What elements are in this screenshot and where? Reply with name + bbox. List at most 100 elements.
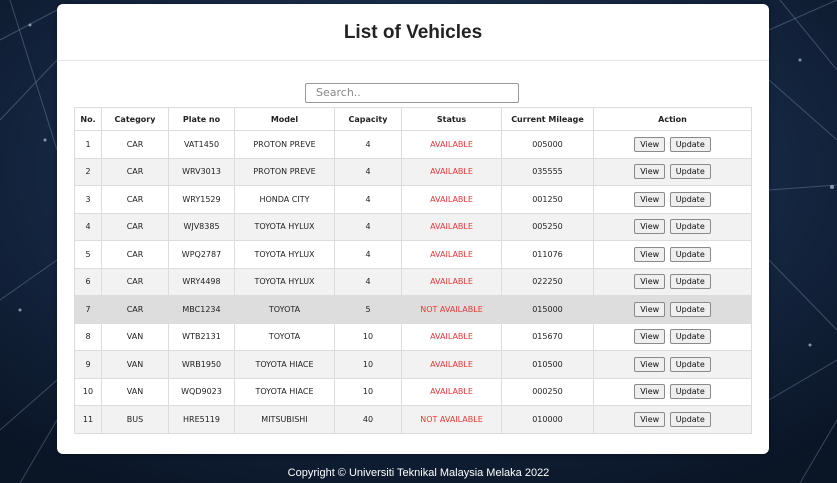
search-input[interactable]	[305, 82, 519, 103]
view-button[interactable]: View	[634, 274, 666, 290]
cell-mileage: 010000	[501, 405, 594, 434]
view-button[interactable]: View	[634, 191, 666, 207]
table-row: 5 CAR WPQ2787 TOYOTA HYLUX 4 AVAILABLE 0…	[74, 240, 752, 269]
cell-capacity: 4	[334, 212, 402, 241]
cell-category: VAN	[101, 350, 169, 379]
cell-category: CAR	[101, 212, 169, 241]
cell-mileage: 035555	[501, 157, 594, 186]
cell-status: AVAILABLE	[401, 377, 502, 406]
view-button[interactable]: View	[634, 411, 666, 427]
update-button[interactable]: Update	[669, 191, 711, 207]
cell-model: TOYOTA HIACE	[234, 350, 335, 379]
cell-status: NOT AVAILABLE	[401, 405, 502, 434]
cell-category: VAN	[101, 322, 169, 351]
cell-mileage: 015670	[501, 322, 594, 351]
cell-no: 3	[74, 185, 102, 214]
cell-no: 11	[74, 405, 102, 434]
cell-action: View Update	[593, 295, 752, 324]
cell-model: TOYOTA	[234, 322, 335, 351]
cell-no: 5	[74, 240, 102, 269]
vehicle-table: No. Category Plate no Model Capacity Sta…	[74, 107, 752, 434]
update-button[interactable]: Update	[669, 411, 711, 427]
view-button[interactable]: View	[634, 384, 666, 400]
update-button[interactable]: Update	[669, 164, 711, 180]
cell-capacity: 4	[334, 130, 402, 159]
update-button[interactable]: Update	[669, 274, 711, 290]
cell-no: 2	[74, 157, 102, 186]
cell-no: 4	[74, 212, 102, 241]
table-row: 4 CAR WJV8385 TOYOTA HYLUX 4 AVAILABLE 0…	[74, 212, 752, 241]
cell-plate-no: WRY4498	[168, 267, 235, 296]
cell-model: TOYOTA HYLUX	[234, 240, 335, 269]
update-button[interactable]: Update	[669, 301, 711, 317]
cell-capacity: 10	[334, 322, 402, 351]
cell-category: CAR	[101, 157, 169, 186]
footer-copyright: Copyright © Universiti Teknikal Malaysia…	[287, 467, 550, 479]
cell-action: View Update	[593, 157, 752, 186]
view-button[interactable]: View	[634, 136, 666, 152]
view-button[interactable]: View	[634, 219, 666, 235]
header-plate-no: Plate no	[168, 107, 235, 131]
cell-capacity: 40	[334, 405, 402, 434]
table-header-row: No. Category Plate no Model Capacity Sta…	[74, 107, 752, 131]
cell-plate-no: WPQ2787	[168, 240, 235, 269]
cell-model: PROTON PREVE	[234, 130, 335, 159]
cell-status: AVAILABLE	[401, 267, 502, 296]
table-row: 1 CAR VAT1450 PROTON PREVE 4 AVAILABLE 0…	[74, 130, 752, 159]
update-button[interactable]: Update	[669, 384, 711, 400]
cell-category: CAR	[101, 267, 169, 296]
view-button[interactable]: View	[634, 301, 666, 317]
header-capacity: Capacity	[334, 107, 402, 131]
search-container	[305, 81, 519, 103]
cell-action: View Update	[593, 267, 752, 296]
cell-model: TOYOTA HIACE	[234, 377, 335, 406]
table-row: 9 VAN WRB1950 TOYOTA HIACE 10 AVAILABLE …	[74, 350, 752, 379]
cell-status: AVAILABLE	[401, 240, 502, 269]
cell-capacity: 10	[334, 350, 402, 379]
cell-status: AVAILABLE	[401, 212, 502, 241]
cell-plate-no: VAT1450	[168, 130, 235, 159]
cell-status: NOT AVAILABLE	[401, 295, 502, 324]
header-category: Category	[101, 107, 169, 131]
cell-status: AVAILABLE	[401, 157, 502, 186]
cell-category: CAR	[101, 295, 169, 324]
cell-mileage: 000250	[501, 377, 594, 406]
cell-mileage: 005000	[501, 130, 594, 159]
cell-no: 1	[74, 130, 102, 159]
cell-no: 9	[74, 350, 102, 379]
cell-no: 6	[74, 267, 102, 296]
table-row: 8 VAN WTB2131 TOYOTA 10 AVAILABLE 015670…	[74, 322, 752, 351]
table-row: 6 CAR WRY4498 TOYOTA HYLUX 4 AVAILABLE 0…	[74, 267, 752, 296]
update-button[interactable]: Update	[669, 219, 711, 235]
cell-action: View Update	[593, 377, 752, 406]
cell-plate-no: WQD9023	[168, 377, 235, 406]
cell-no: 7	[74, 295, 102, 324]
cell-plate-no: WRY1529	[168, 185, 235, 214]
cell-model: TOYOTA HYLUX	[234, 267, 335, 296]
view-button[interactable]: View	[634, 164, 666, 180]
cell-no: 8	[74, 322, 102, 351]
cell-category: CAR	[101, 240, 169, 269]
vehicle-list-card: List of Vehicles No. Category Plate no M…	[57, 4, 769, 454]
cell-category: CAR	[101, 130, 169, 159]
view-button[interactable]: View	[634, 356, 666, 372]
update-button[interactable]: Update	[669, 329, 711, 345]
cell-capacity: 5	[334, 295, 402, 324]
cell-mileage: 001250	[501, 185, 594, 214]
view-button[interactable]: View	[634, 329, 666, 345]
table-row: 11 BUS HRE5119 MITSUBISHI 40 NOT AVAILAB…	[74, 405, 752, 434]
cell-plate-no: WRV3013	[168, 157, 235, 186]
cell-model: PROTON PREVE	[234, 157, 335, 186]
cell-action: View Update	[593, 405, 752, 434]
update-button[interactable]: Update	[669, 136, 711, 152]
cell-mileage: 005250	[501, 212, 594, 241]
update-button[interactable]: Update	[669, 356, 711, 372]
header-action: Action	[593, 107, 752, 131]
card-header: List of Vehicles	[57, 4, 769, 61]
view-button[interactable]: View	[634, 246, 666, 262]
update-button[interactable]: Update	[669, 246, 711, 262]
cell-model: TOYOTA HYLUX	[234, 212, 335, 241]
cell-plate-no: MBC1234	[168, 295, 235, 324]
cell-status: AVAILABLE	[401, 185, 502, 214]
table-row: 2 CAR WRV3013 PROTON PREVE 4 AVAILABLE 0…	[74, 157, 752, 186]
